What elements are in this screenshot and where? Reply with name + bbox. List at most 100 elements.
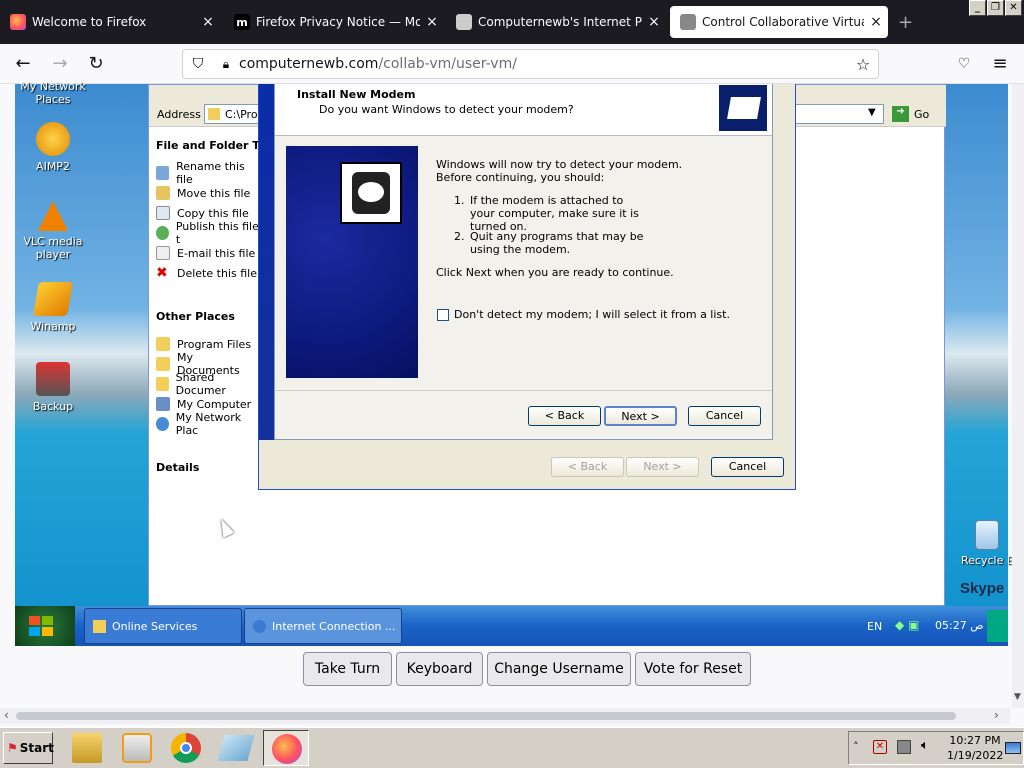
- rename-icon: [156, 166, 170, 180]
- file-explorer-icon[interactable]: [72, 733, 102, 763]
- desktop-icon-backup[interactable]: Backup: [8, 362, 98, 413]
- scroll-left-icon[interactable]: ‹: [4, 708, 9, 722]
- tab-collabvm[interactable]: Control Collaborative Virtual Machi ×: [670, 6, 888, 38]
- taskbar-internet-connection[interactable]: Internet Connection ...: [244, 608, 402, 644]
- recycle-bin-icon: [975, 520, 999, 550]
- tray-icons[interactable]: ◆ ▣: [895, 618, 919, 632]
- close-icon[interactable]: ×: [420, 14, 444, 30]
- taskbar-online-services[interactable]: Online Services: [84, 608, 242, 644]
- minimize-button[interactable]: _: [969, 0, 986, 16]
- horizontal-scrollbar[interactable]: ‹ ›: [0, 708, 1010, 724]
- folder-icon: [156, 357, 170, 371]
- app-tray-icon[interactable]: [987, 610, 1008, 642]
- wizard-side-strip: [259, 84, 275, 440]
- task-email[interactable]: E-mail this file: [149, 243, 259, 263]
- tab-title: Firefox Privacy Notice — Mozilla: [256, 15, 420, 29]
- dialog-title: Install New Modem: [297, 88, 416, 101]
- vote-reset-button[interactable]: Vote for Reset: [635, 652, 751, 686]
- tab-privacy[interactable]: m Firefox Privacy Notice — Mozilla ×: [224, 6, 444, 38]
- windows-start-orb-icon[interactable]: [15, 606, 75, 646]
- tab-welcome[interactable]: Welcome to Firefox ×: [0, 6, 220, 38]
- dropdown-arrow-icon[interactable]: ▼: [868, 107, 876, 118]
- bookmark-star-icon[interactable]: ☆: [848, 55, 878, 74]
- start-button[interactable]: ⚑ Start: [3, 732, 54, 764]
- place-shared-documents[interactable]: Shared Documer: [149, 371, 259, 397]
- back-arrow-icon[interactable]: ←: [9, 50, 37, 78]
- dont-detect-label[interactable]: Don't detect my modem; I will select it …: [454, 308, 730, 321]
- desktop-icon-recycle[interactable]: Recycle B: [945, 520, 1015, 567]
- media-player-icon[interactable]: [122, 733, 152, 763]
- language-indicator[interactable]: EN: [867, 620, 882, 633]
- modem-header-icon: [718, 84, 768, 132]
- task-label: Copy this file: [177, 206, 249, 220]
- keyboard-button[interactable]: Keyboard: [396, 652, 483, 686]
- outer-next-button[interactable]: Next >: [626, 457, 699, 477]
- scrollbar-thumb[interactable]: [16, 712, 956, 720]
- tab-title: Control Collaborative Virtual Machi: [702, 15, 864, 29]
- firefox-taskbar-button[interactable]: [263, 730, 309, 766]
- host-time: 10:27 PM: [949, 734, 1001, 747]
- windows-flag-icon: ⚑: [7, 741, 18, 755]
- place-my-network[interactable]: My Network Plac: [149, 411, 259, 437]
- lock-icon[interactable]: 🔒︎: [213, 57, 239, 72]
- task-label: Publish this file t: [175, 220, 259, 246]
- task-move[interactable]: Move this file: [149, 183, 259, 203]
- menu-icon[interactable]: ≡: [986, 50, 1014, 78]
- url-bar[interactable]: ⛉ 🔒︎ computernewb.com/collab-vm/user-vm/…: [182, 49, 879, 79]
- dont-detect-checkbox[interactable]: [437, 309, 449, 321]
- dialog-header: Install New Modem Do you want Windows to…: [275, 84, 772, 136]
- task-delete[interactable]: ✖ Delete this file: [149, 263, 259, 283]
- file-tasks-title: File and Folder Tas: [156, 139, 273, 152]
- reload-icon[interactable]: ↻: [82, 50, 110, 78]
- close-icon[interactable]: ×: [864, 14, 888, 30]
- pocket-icon[interactable]: ♡: [950, 50, 978, 78]
- folder-icon: [156, 337, 170, 351]
- network-icon: [156, 417, 169, 431]
- desktop-icon-vlc[interactable]: VLC media player: [8, 201, 98, 261]
- action-center-icon[interactable]: ✕: [873, 740, 887, 754]
- next-button[interactable]: Next >: [604, 406, 677, 426]
- step1-text: If the modem is attached to your compute…: [470, 194, 639, 233]
- show-desktop-icon[interactable]: [1005, 742, 1021, 754]
- close-window-button[interactable]: ✕: [1005, 0, 1022, 16]
- close-icon[interactable]: ×: [196, 14, 220, 30]
- desktop-icon-winamp[interactable]: Winamp: [8, 282, 98, 333]
- back-button[interactable]: < Back: [528, 406, 601, 426]
- go-arrow-icon[interactable]: ➜: [892, 106, 909, 122]
- vm-clock: 05:27 ص: [935, 619, 984, 632]
- shield-icon[interactable]: ⛉: [183, 56, 213, 72]
- task-publish[interactable]: Publish this file t: [149, 220, 259, 246]
- forward-arrow-icon[interactable]: →: [46, 50, 74, 78]
- network-icon[interactable]: [897, 740, 911, 754]
- task-rename[interactable]: Rename this file: [149, 160, 259, 186]
- tab-title: Computernewb's Internet Pub Hub: [478, 15, 642, 29]
- close-icon[interactable]: ×: [642, 14, 666, 30]
- scroll-right-icon[interactable]: ›: [994, 708, 999, 722]
- intro-text: Windows will now try to detect your mode…: [436, 158, 683, 184]
- desktop-icon-label: Winamp: [30, 320, 76, 333]
- task-label: Move this file: [177, 186, 251, 200]
- volume-icon[interactable]: 🔈︎: [921, 738, 929, 753]
- notepad-icon[interactable]: [217, 735, 255, 761]
- desktop-icon-network[interactable]: My Network Places: [8, 80, 98, 106]
- scroll-down-icon[interactable]: ▼: [1014, 692, 1021, 702]
- go-label[interactable]: Go: [914, 108, 929, 121]
- start-label: Start: [19, 741, 54, 755]
- desktop-icon-aimp[interactable]: AIMP2: [8, 122, 98, 173]
- vertical-scrollbar[interactable]: ▼: [1012, 84, 1024, 708]
- tray-expand-icon[interactable]: ˄: [853, 740, 859, 753]
- tab-pubhub[interactable]: Computernewb's Internet Pub Hub ×: [446, 6, 666, 38]
- outer-back-button[interactable]: < Back: [551, 457, 624, 477]
- install-modem-dialog: Install New Modem Do you want Windows to…: [274, 84, 773, 440]
- chrome-icon[interactable]: [171, 733, 201, 763]
- task-label: Delete this file: [177, 266, 257, 280]
- cancel-button[interactable]: Cancel: [688, 406, 761, 426]
- restore-button[interactable]: ❐: [987, 0, 1004, 16]
- take-turn-button[interactable]: Take Turn: [303, 652, 392, 686]
- place-label: Program Files: [177, 337, 252, 351]
- change-username-button[interactable]: Change Username: [487, 652, 631, 686]
- outer-cancel-button[interactable]: Cancel: [711, 457, 784, 477]
- taskbar-label: Online Services: [112, 619, 198, 633]
- click-next-text: Click Next when you are ready to continu…: [436, 266, 674, 279]
- new-tab-button[interactable]: +: [898, 12, 913, 33]
